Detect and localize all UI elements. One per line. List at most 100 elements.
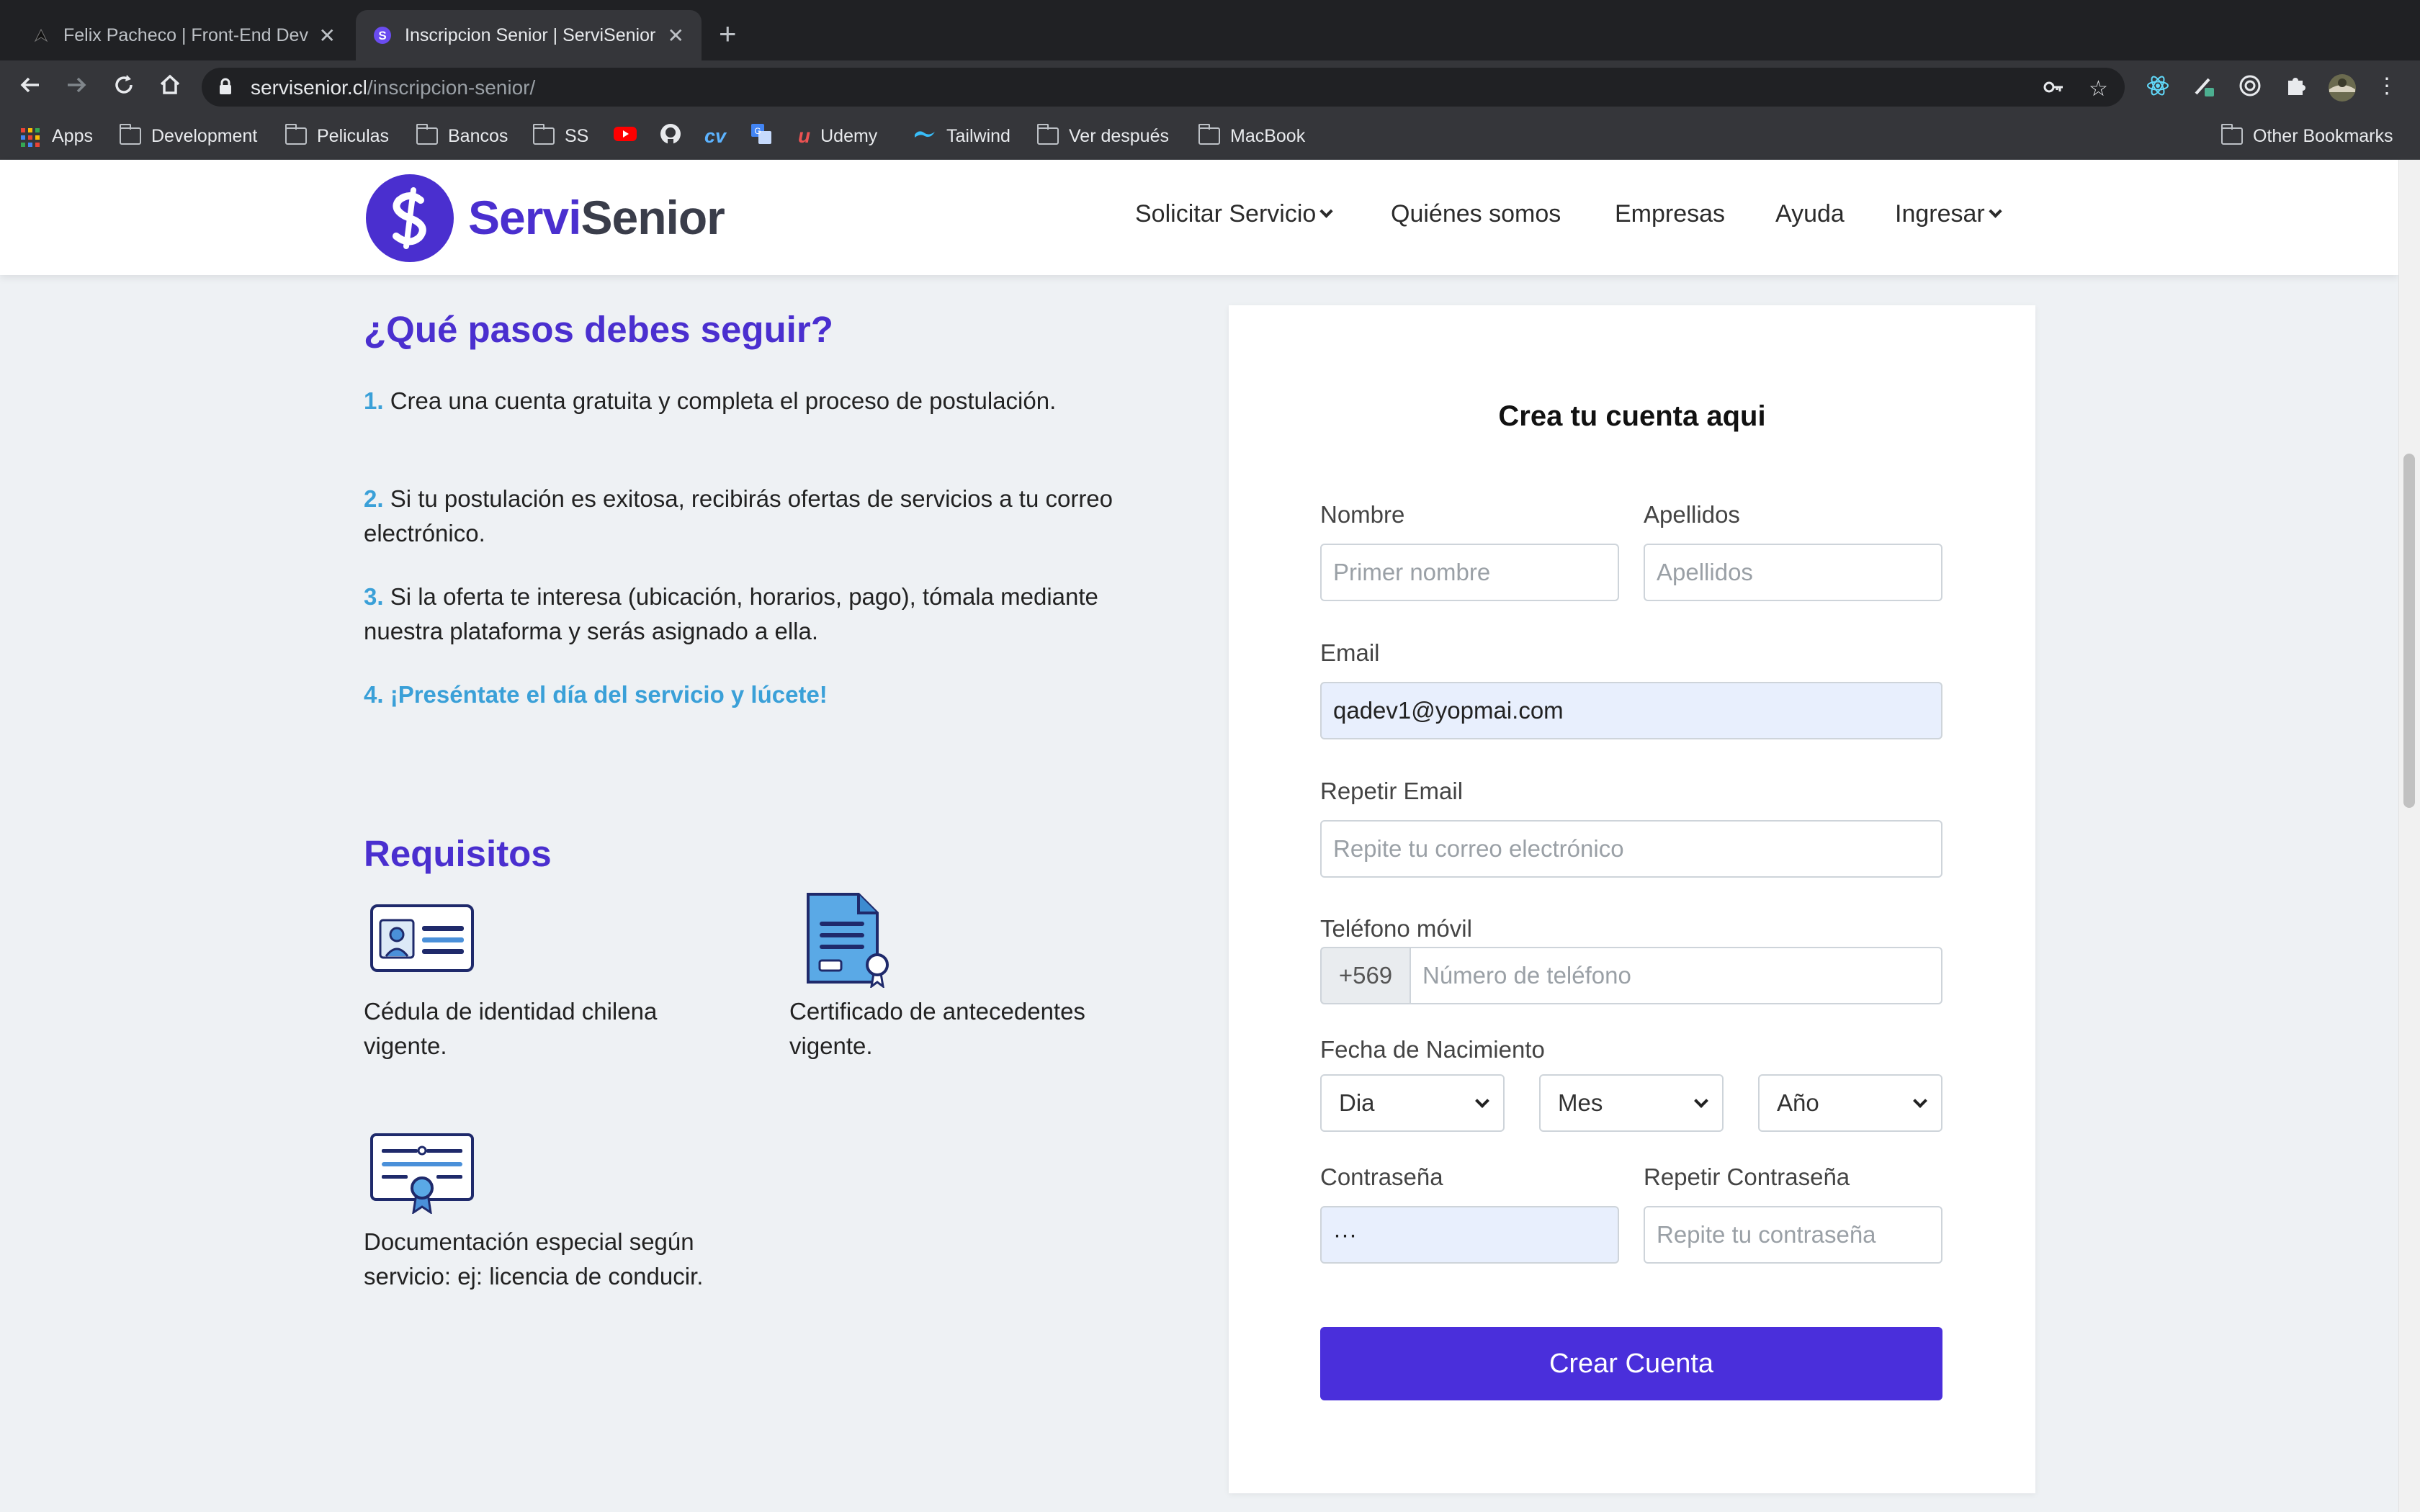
svg-text:G: G (754, 126, 761, 136)
step-3: 3. Si la oferta te interesa (ubicación, … (364, 583, 1098, 644)
close-tab-icon[interactable]: ✕ (319, 24, 336, 48)
folder-icon (1198, 124, 1220, 145)
folder-icon (2221, 124, 2243, 145)
youtube-icon (614, 125, 637, 148)
svg-text:S: S (378, 29, 386, 42)
requisito-documentacion: Documentación especial según servicio: e… (364, 1228, 704, 1290)
repetir-email-label: Repetir Email (1320, 778, 1464, 804)
new-tab-icon[interactable]: + (719, 19, 737, 49)
tab-inscripcion-senior[interactable]: S Inscripcion Senior | ServiSenior ✕ (356, 10, 702, 60)
steps-heading: ¿Qué pasos debes seguir? (364, 309, 833, 350)
email-label: Email (1320, 639, 1380, 666)
kebab-menu-icon[interactable]: ⋮ (2374, 73, 2400, 99)
reload-icon[interactable] (109, 72, 138, 101)
forward-icon[interactable] (62, 72, 91, 101)
nombre-label: Nombre (1320, 501, 1405, 528)
repetir-contrasena-input[interactable] (1644, 1206, 1942, 1264)
nombre-input[interactable] (1320, 544, 1619, 601)
profile-avatar[interactable] (2328, 73, 2356, 102)
folder-icon (416, 124, 438, 145)
page-scrollbar-track[interactable] (2398, 160, 2420, 1512)
apellidos-input[interactable] (1644, 544, 1942, 601)
bookmark-udemy[interactable]: u Udemy (798, 122, 877, 150)
browser-tab-bar: Felix Pacheco | Front-End Developer ✕ S … (0, 0, 2420, 60)
page-scrollbar-thumb[interactable] (2403, 454, 2415, 808)
nav-ingresar[interactable]: Ingresar (1895, 200, 2002, 228)
extensions-puzzle-icon[interactable] (2283, 73, 2309, 99)
bookmark-youtube[interactable] (614, 122, 637, 150)
repetir-contrasena-label: Repetir Contraseña (1644, 1164, 1850, 1190)
bookmark-ss[interactable]: SS (533, 122, 588, 150)
github-icon (660, 123, 681, 150)
mes-select-value: Mes (1558, 1089, 1603, 1116)
nav-empresas[interactable]: Empresas (1615, 200, 1725, 228)
tab-felix-pacheco[interactable]: Felix Pacheco | Front-End Developer ✕ (14, 10, 353, 60)
bookmark-translate[interactable]: G (750, 122, 772, 150)
bookmark-apps[interactable]: Apps (20, 122, 93, 150)
folder-icon (120, 124, 141, 145)
bookmark-label: Bancos (448, 125, 508, 146)
url-text: servisenior.cl/inscripcion-senior/ (251, 76, 536, 99)
bookmark-star-icon[interactable]: ☆ (2089, 76, 2108, 102)
bookmark-other-bookmarks[interactable]: Other Bookmarks (2221, 122, 2393, 150)
form-title: Crea tu cuenta aqui (1498, 400, 1766, 432)
id-card-icon (370, 904, 474, 976)
bookmark-bancos[interactable]: Bancos (416, 122, 508, 150)
servisenior-logo-icon[interactable] (366, 174, 454, 262)
bookmarks-bar: Apps Development Peliculas Bancos SS cv … (0, 112, 2420, 160)
crear-cuenta-button[interactable]: Crear Cuenta (1320, 1327, 1942, 1400)
certificate-document-icon (805, 891, 895, 991)
bookmark-development[interactable]: Development (120, 122, 257, 150)
bookmark-github[interactable] (660, 122, 681, 150)
chevron-down-icon (1694, 1094, 1708, 1108)
target-extension-icon[interactable] (2237, 73, 2263, 99)
apellidos-label: Apellidos (1644, 501, 1740, 528)
home-icon[interactable] (156, 72, 184, 101)
address-bar[interactable]: servisenior.cl/inscripcion-senior/ ☆ (202, 68, 2125, 107)
cv-icon: cv (704, 125, 727, 147)
bookmark-label: Ver después (1069, 125, 1169, 146)
fecha-nacimiento-label: Fecha de Nacimiento (1320, 1036, 1545, 1063)
black-logo-icon (32, 26, 50, 45)
react-devtools-icon[interactable] (2145, 73, 2171, 99)
dia-select[interactable]: Dia (1320, 1074, 1505, 1132)
browser-toolbar: servisenior.cl/inscripcion-senior/ ☆ ⋮ (0, 60, 2420, 112)
mes-select[interactable]: Mes (1539, 1074, 1724, 1132)
bookmark-label: Peliculas (317, 125, 390, 146)
bookmark-label: SS (565, 125, 589, 146)
bookmark-peliculas[interactable]: Peliculas (285, 122, 389, 150)
servisenior-favicon-icon: S (373, 26, 392, 45)
ano-select-value: Año (1777, 1089, 1819, 1116)
bookmark-label: Tailwind (946, 125, 1010, 146)
tailwind-icon (913, 126, 936, 147)
back-icon[interactable] (16, 72, 45, 101)
contrasena-label: Contraseña (1320, 1164, 1443, 1190)
requisito-certificado: Certificado de antecedentes vigente. (789, 998, 1085, 1059)
telefono-input[interactable] (1410, 947, 1942, 1004)
diploma-icon (370, 1133, 474, 1218)
email-input[interactable] (1320, 682, 1942, 739)
color-picker-extension-icon[interactable] (2191, 73, 2217, 99)
ano-select[interactable]: Año (1758, 1074, 1942, 1132)
nav-ayuda[interactable]: Ayuda (1775, 200, 1845, 228)
folder-icon (285, 124, 307, 145)
repetir-email-input[interactable] (1320, 820, 1942, 878)
nav-quienes-somos[interactable]: Quiénes somos (1391, 200, 1561, 228)
bookmark-tailwind[interactable]: Tailwind (913, 122, 1010, 150)
close-tab-icon[interactable]: ✕ (668, 24, 684, 48)
apps-grid-icon (20, 127, 42, 147)
bookmark-ver-despues[interactable]: Ver después (1037, 122, 1169, 150)
bookmark-macbook[interactable]: MacBook (1198, 122, 1305, 150)
tab-title: Felix Pacheco | Front-End Developer (63, 24, 309, 45)
bookmark-label: Apps (52, 125, 93, 146)
folder-icon (533, 124, 555, 145)
site-header: ServiSenior Solicitar Servicio Quiénes s… (0, 160, 2398, 275)
requisito-cedula: Cédula de identidad chilena vigente. (364, 998, 658, 1059)
chevron-down-icon (1319, 204, 1334, 218)
bookmark-cv[interactable]: cv (704, 122, 726, 150)
contrasena-input[interactable] (1320, 1206, 1619, 1264)
nav-solicitar-servicio[interactable]: Solicitar Servicio (1135, 200, 1334, 228)
servisenior-logo-text[interactable]: ServiSenior (468, 190, 725, 245)
key-icon[interactable] (2043, 76, 2064, 104)
google-translate-icon: G (750, 123, 772, 150)
